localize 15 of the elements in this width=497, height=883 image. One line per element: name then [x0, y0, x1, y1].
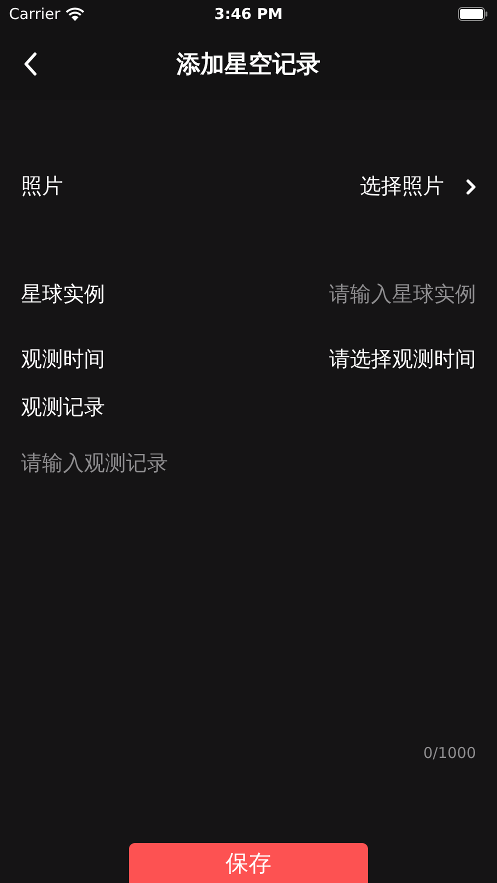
- photo-row[interactable]: 照片 选择照片: [21, 162, 476, 212]
- carrier-name: Carrier: [9, 4, 60, 25]
- battery-icon: [458, 7, 488, 21]
- field-label: 观测时间: [21, 346, 105, 373]
- chevron-right-icon: [466, 179, 476, 195]
- notes-label: 观测记录: [21, 394, 106, 421]
- time-picker[interactable]: 请选择观测时间: [329, 344, 476, 376]
- wifi-icon: [65, 7, 86, 21]
- page-title: 添加星空记录: [176, 49, 320, 80]
- input-field[interactable]: 请输入星球实例: [216, 278, 476, 310]
- notes-field[interactable]: 请输入观测记录: [21, 448, 221, 480]
- status-time: 3:46 PM: [214, 4, 283, 25]
- field-label: 星球实例: [21, 280, 105, 308]
- back-chevron-icon: [23, 52, 37, 76]
- character-counter: 0/1000: [423, 742, 476, 764]
